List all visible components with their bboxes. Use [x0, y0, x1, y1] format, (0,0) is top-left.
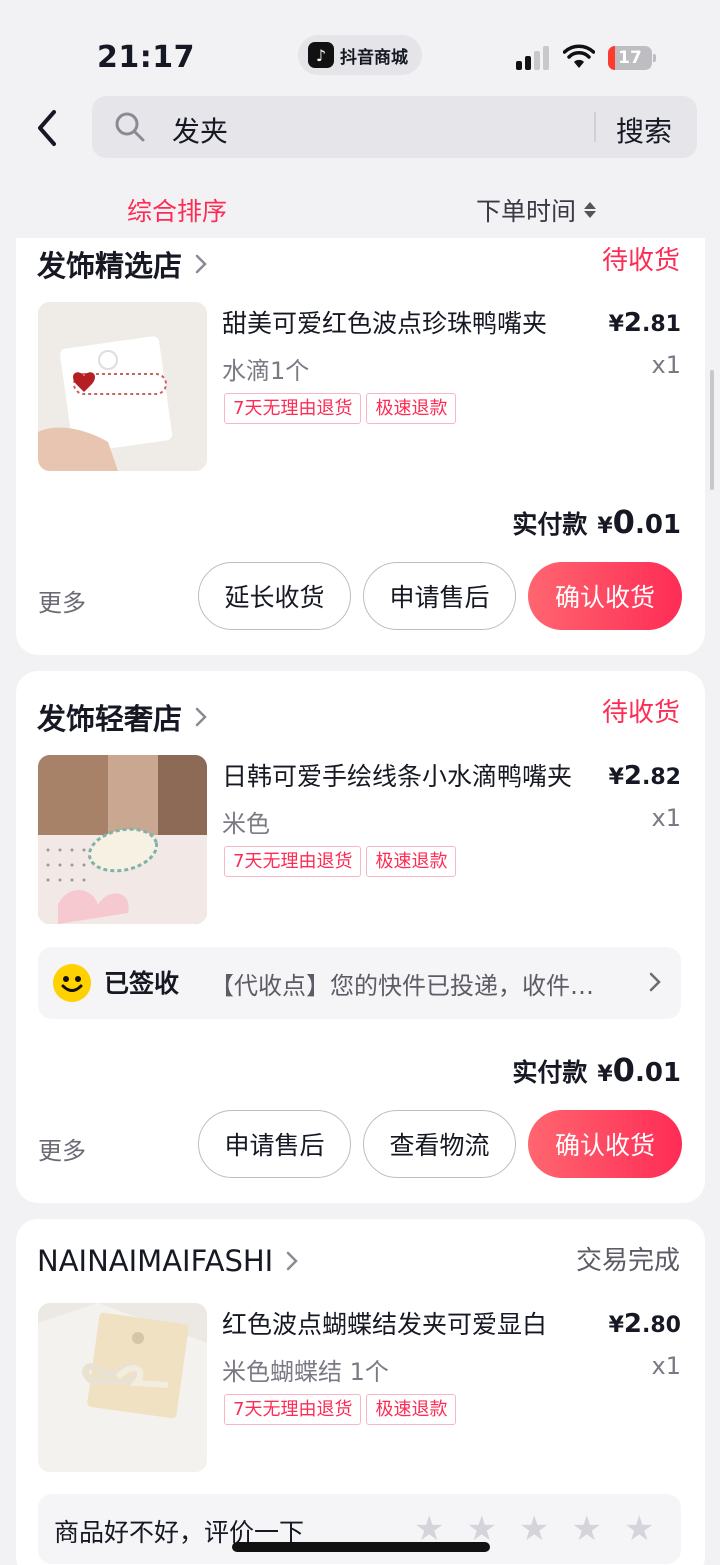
- sort-comprehensive[interactable]: 综合排序: [127, 192, 227, 228]
- battery-icon: 17: [608, 46, 656, 70]
- sort-order-time-label: 下单时间: [476, 197, 577, 226]
- shop-name: 发饰轻奢店: [37, 702, 183, 736]
- tag-7day-return: 7天无理由退货: [224, 846, 362, 877]
- tag-7day-return: 7天无理由退货: [224, 393, 362, 424]
- view-logistics-button[interactable]: 查看物流: [363, 1110, 516, 1178]
- chevron-right-icon: [286, 1251, 298, 1271]
- product-sku: 米色: [222, 810, 270, 838]
- product-qty: x1: [651, 804, 681, 832]
- logistics-banner[interactable]: 已签收 【代收点】您的快件已投递，收件人可前往代收点取件: [38, 947, 681, 1019]
- scrollbar[interactable]: [710, 370, 714, 490]
- star-icon[interactable]: ★: [624, 1509, 654, 1549]
- service-tags: 7天无理由退货 极速退款: [224, 393, 457, 424]
- tag-fast-refund: 极速退款: [366, 1394, 457, 1425]
- tag-fast-refund: 极速退款: [366, 846, 457, 877]
- after-sales-button[interactable]: 申请售后: [198, 1110, 351, 1178]
- product-image[interactable]: [38, 1303, 207, 1472]
- product-qty: x1: [651, 1352, 681, 1380]
- order-card[interactable]: NAINAIMAIFASHI 交易完成 红色波点蝴蝶结发夹可爱显白 ¥2.80 …: [16, 1219, 705, 1565]
- sort-bar: 综合排序 下单时间: [0, 180, 720, 236]
- search-divider: [594, 112, 596, 142]
- chevron-right-icon: [195, 254, 207, 274]
- battery-level: 17: [618, 48, 642, 68]
- paid-amount: 实付款 ¥0.01: [512, 1051, 681, 1089]
- product-sku: 米色蝴蝶结 1个: [222, 1358, 389, 1386]
- top-bar: 21:17 ♪ 抖音商城 17 发夹 搜索 综合排序 下单时间: [0, 0, 720, 238]
- shop-name: NAINAIMAIFASHI: [37, 1244, 274, 1278]
- douyin-logo-icon: ♪: [308, 42, 334, 68]
- service-tags: 7天无理由退货 极速退款: [224, 846, 457, 877]
- more-button[interactable]: 更多: [38, 1131, 86, 1166]
- sort-arrows-icon: [584, 202, 597, 218]
- star-icon[interactable]: ★: [519, 1509, 549, 1549]
- wifi-icon: [563, 44, 595, 68]
- logistics-status: 已签收: [104, 969, 180, 998]
- confirm-receipt-button[interactable]: 确认收货: [528, 562, 682, 630]
- shop-name-link[interactable]: 发饰精选店: [37, 243, 208, 285]
- shop-name: 发饰精选店: [37, 249, 183, 283]
- order-card[interactable]: 发饰精选店 待收货 甜美可爱红色波点珍珠鸭嘴夹 ¥2.81 水滴1个 x1 7天…: [16, 200, 705, 655]
- cellular-signal-icon: [516, 46, 552, 70]
- courier-logo-icon: [53, 964, 91, 1002]
- more-button[interactable]: 更多: [38, 583, 86, 618]
- order-card[interactable]: 发饰轻奢店 待收货 日韩可爱手绘线条小水滴鸭嘴夹 ¥2.82 米色 x1 7天无…: [16, 671, 705, 1203]
- shop-name-link[interactable]: NAINAIMAIFASHI: [37, 1244, 299, 1278]
- search-input[interactable]: 发夹: [172, 110, 228, 150]
- product-title[interactable]: 红色波点蝴蝶结发夹可爱显白: [222, 1305, 582, 1341]
- product-price: ¥2.81: [608, 308, 681, 338]
- home-indicator[interactable]: [232, 1542, 490, 1552]
- extend-receipt-button[interactable]: 延长收货: [198, 562, 351, 630]
- order-status: 待收货: [601, 246, 680, 276]
- back-arrow-icon[interactable]: [30, 106, 66, 150]
- status-bar: 21:17 ♪ 抖音商城 17: [0, 0, 720, 88]
- product-qty: x1: [651, 351, 681, 379]
- paid-amount: 实付款 ¥0.01: [512, 503, 681, 541]
- chevron-right-icon: [195, 707, 207, 727]
- search-button[interactable]: 搜索: [616, 110, 672, 150]
- confirm-receipt-button[interactable]: 确认收货: [528, 1110, 682, 1178]
- sort-order-time[interactable]: 下单时间: [476, 192, 597, 228]
- product-image[interactable]: [38, 302, 207, 471]
- chevron-right-icon: [649, 972, 661, 992]
- product-price: ¥2.80: [608, 1309, 681, 1339]
- order-status: 待收货: [601, 698, 680, 728]
- shop-name-link[interactable]: 发饰轻奢店: [37, 696, 208, 738]
- status-time: 21:17: [97, 40, 195, 75]
- review-prompt-bar[interactable]: 商品好不好，评价一下 ★ ★ ★ ★ ★: [38, 1494, 681, 1564]
- product-image[interactable]: [38, 755, 207, 924]
- star-icon[interactable]: ★: [571, 1509, 601, 1549]
- logistics-message: 【代收点】您的快件已投递，收件人可前往代收点取件: [210, 972, 610, 1000]
- after-sales-button[interactable]: 申请售后: [363, 562, 516, 630]
- search-icon: [115, 112, 145, 142]
- product-title[interactable]: 日韩可爱手绘线条小水滴鸭嘴夹: [222, 757, 582, 793]
- tag-7day-return: 7天无理由退货: [224, 1394, 362, 1425]
- product-title[interactable]: 甜美可爱红色波点珍珠鸭嘴夹: [222, 304, 582, 340]
- service-tags: 7天无理由退货 极速退款: [224, 1394, 457, 1425]
- app-pill-label: 抖音商城: [340, 47, 408, 68]
- search-header: 发夹 搜索: [0, 92, 720, 162]
- tag-fast-refund: 极速退款: [366, 393, 457, 424]
- search-bar[interactable]: 发夹 搜索: [92, 96, 697, 158]
- product-price: ¥2.82: [608, 761, 681, 791]
- order-status: 交易完成: [575, 1246, 680, 1276]
- product-sku: 水滴1个: [222, 357, 310, 385]
- app-pill[interactable]: ♪ 抖音商城: [298, 35, 422, 75]
